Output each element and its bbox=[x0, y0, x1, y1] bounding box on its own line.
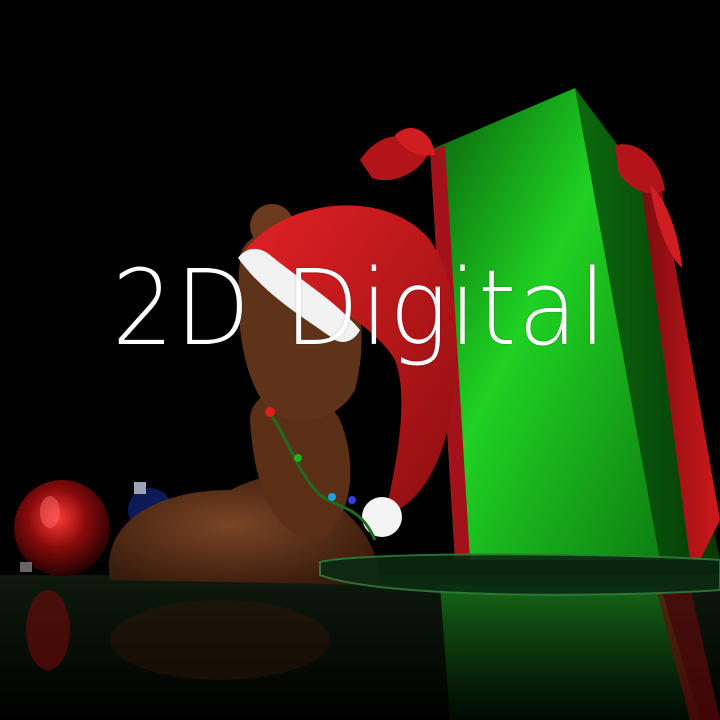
bear-reflection bbox=[110, 600, 330, 680]
title-text: 2D Digital bbox=[112, 247, 608, 369]
red-ornament bbox=[14, 480, 110, 576]
ornament-reflection bbox=[26, 590, 70, 670]
hat-pompom bbox=[362, 497, 402, 537]
